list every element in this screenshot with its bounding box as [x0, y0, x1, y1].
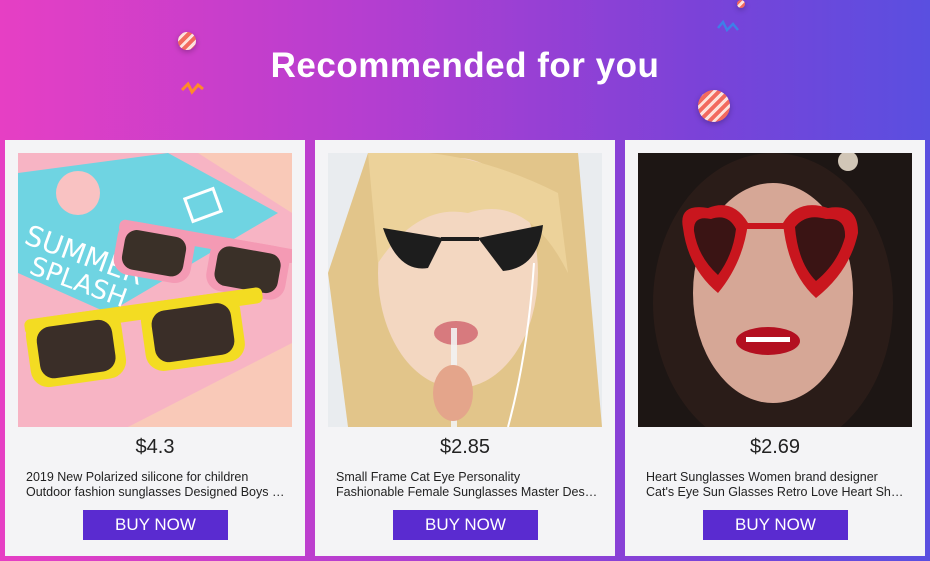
product-title-line[interactable]: Cat's Eye Sun Glasses Retro Love Heart S… [646, 485, 908, 500]
product-title-line[interactable]: 2019 New Polarized silicone for children [26, 470, 288, 485]
product-title-line[interactable]: Outdoor fashion sunglasses Designed Boys… [26, 485, 288, 500]
product-title[interactable]: 2019 New Polarized silicone for children… [26, 470, 288, 500]
cat-eye-sunglasses-photo[interactable] [328, 153, 602, 427]
heart-sunglasses-photo[interactable] [638, 153, 912, 427]
buy-now-button[interactable]: BUY NOW [393, 510, 538, 540]
product-title-line[interactable]: Heart Sunglasses Women brand designer [646, 470, 908, 485]
product-price: $2.85 [439, 436, 491, 458]
product-card[interactable]: SUMMER SPLASH $4.3 2019 New Polarized si… [5, 140, 305, 556]
product-title-line[interactable]: Small Frame Cat Eye Personality [336, 470, 598, 485]
buy-now-button[interactable]: BUY NOW [83, 510, 228, 540]
section-title: Recommended for you [270, 46, 660, 85]
product-price: $2.69 [749, 436, 801, 458]
product-price: $4.3 [135, 436, 175, 458]
product-list: SUMMER SPLASH $4.3 2019 New Polarized si… [5, 140, 925, 556]
confetti-icon [717, 19, 739, 33]
product-title[interactable]: Small Frame Cat Eye Personality Fashiona… [336, 470, 598, 500]
product-title-line[interactable]: Fashionable Female Sunglasses Master Des… [336, 485, 598, 500]
banner: Recommended for you [0, 0, 930, 140]
decorative-ball [698, 90, 730, 122]
buy-now-button[interactable]: BUY NOW [703, 510, 848, 540]
product-title[interactable]: Heart Sunglasses Women brand designer Ca… [646, 470, 908, 500]
product-card[interactable]: $2.85 Small Frame Cat Eye Personality Fa… [315, 140, 615, 556]
decorative-ball [737, 0, 745, 8]
product-card[interactable]: $2.69 Heart Sunglasses Women brand desig… [625, 140, 925, 556]
kids-sunglasses-photo[interactable]: SUMMER SPLASH [18, 153, 292, 427]
